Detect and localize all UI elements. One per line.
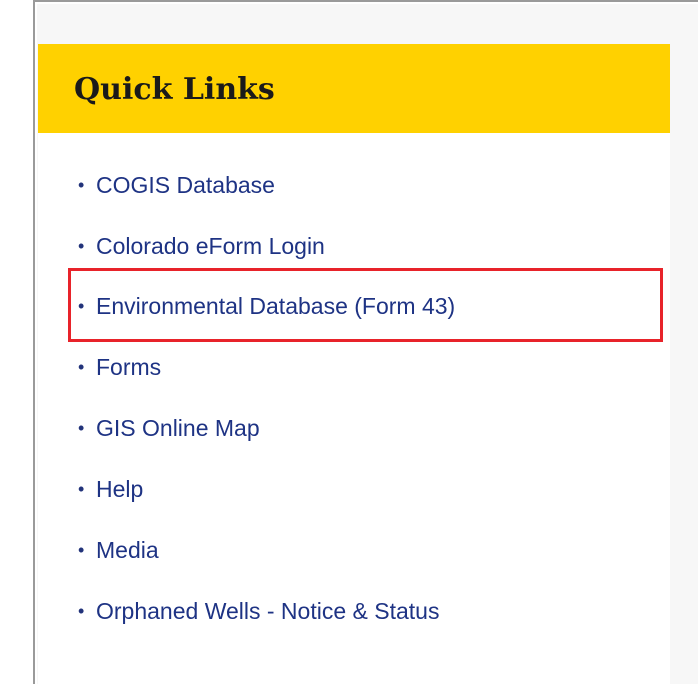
bullet-icon: • (78, 356, 85, 377)
list-item-cogis-database: • COGIS Database (78, 168, 275, 202)
link-environmental-database[interactable]: Environmental Database (Form 43) (96, 293, 455, 320)
list-item-environmental-database: • Environmental Database (Form 43) (78, 289, 455, 323)
list-item-orphaned-wells: • Orphaned Wells - Notice & Status (78, 594, 439, 628)
link-colorado-eform-login[interactable]: Colorado eForm Login (96, 233, 325, 260)
bullet-icon: • (78, 417, 85, 438)
bullet-icon: • (78, 600, 85, 621)
link-media[interactable]: Media (96, 537, 159, 564)
link-gis-online-map[interactable]: GIS Online Map (96, 415, 260, 442)
link-forms[interactable]: Forms (96, 354, 161, 381)
link-cogis-database[interactable]: COGIS Database (96, 172, 275, 199)
link-orphaned-wells[interactable]: Orphaned Wells - Notice & Status (96, 598, 439, 625)
quick-links-list: • COGIS Database • Colorado eForm Login … (38, 44, 670, 684)
bullet-icon: • (78, 235, 85, 256)
list-item-gis-online-map: • GIS Online Map (78, 411, 260, 445)
list-item-colorado-eform-login: • Colorado eForm Login (78, 229, 325, 263)
link-help[interactable]: Help (96, 476, 143, 503)
list-item-help: • Help (78, 472, 143, 506)
quick-links-panel: Quick Links • COGIS Database • Colorado … (38, 44, 670, 684)
list-item-media: • Media (78, 533, 159, 567)
bullet-icon: • (78, 295, 85, 316)
bullet-icon: • (78, 478, 85, 499)
bullet-icon: • (78, 174, 85, 195)
list-item-forms: • Forms (78, 350, 161, 384)
bullet-icon: • (78, 539, 85, 560)
